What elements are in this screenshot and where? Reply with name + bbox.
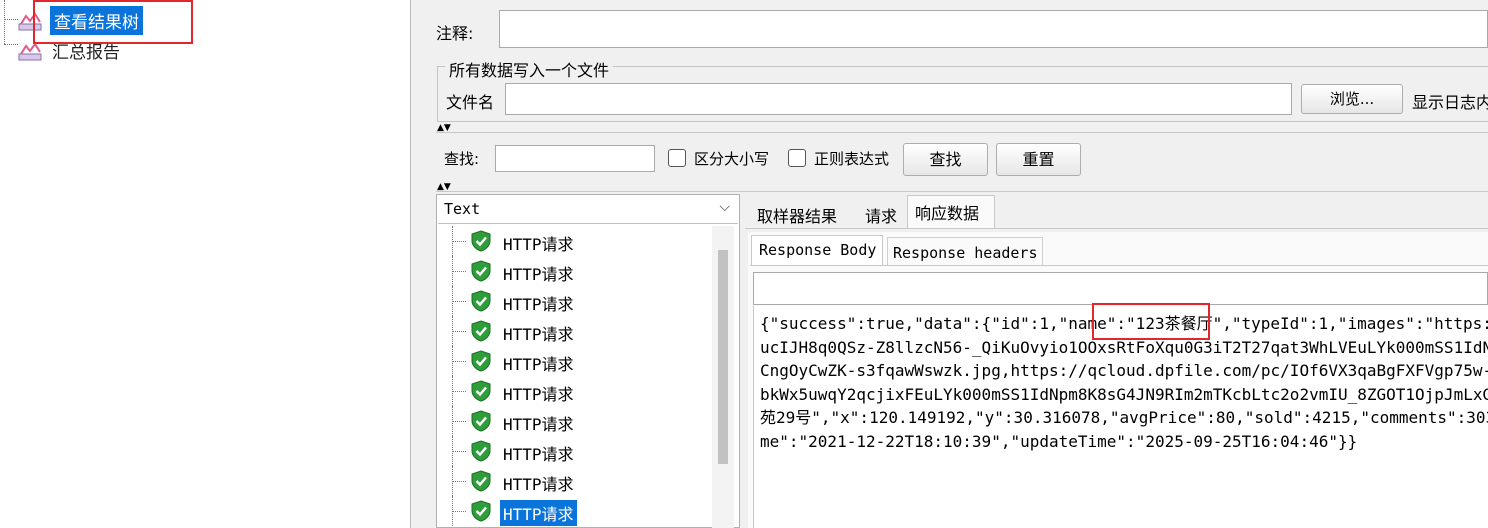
result-item[interactable]: HTTP请求 [446, 346, 718, 376]
tab-response-body[interactable]: Response Body [759, 241, 876, 259]
divider [750, 265, 1488, 266]
log-display-label: 显示日志内 [1412, 93, 1488, 112]
filename-label: 文件名 [446, 93, 495, 112]
chevron-down-icon: ⌵ [719, 199, 730, 215]
tree-connector [452, 481, 466, 482]
search-input[interactable] [495, 145, 655, 172]
result-item-label: HTTP请求 [500, 500, 577, 526]
success-shield-icon [471, 290, 491, 312]
divider [745, 228, 1488, 229]
result-item[interactable]: HTTP请求 [446, 406, 718, 436]
tree-connector [452, 271, 466, 272]
tree-connector [452, 391, 466, 392]
result-item[interactable]: HTTP请求 [446, 376, 718, 406]
tree-connector [452, 301, 466, 302]
tree-connector [452, 511, 466, 512]
response-search-field[interactable] [753, 272, 1488, 305]
success-shield-icon [471, 380, 491, 402]
tab-response-data[interactable]: 响应数据 [915, 200, 979, 224]
result-item[interactable]: HTTP请求 [446, 496, 718, 526]
renderer-select[interactable]: Text ⌵ [438, 196, 738, 224]
highlight-box [1092, 303, 1210, 340]
success-shield-icon [471, 230, 491, 252]
success-shield-icon [471, 470, 491, 492]
renderer-selected: Text [444, 200, 481, 218]
browse-button[interactable]: 浏览... [1301, 84, 1403, 114]
result-item-label: HTTP请求 [503, 235, 574, 254]
response-line: CngOyCwZK-s3fqawWswzk.jpg,https://qcloud… [760, 361, 1488, 380]
tree-connector [4, 19, 18, 20]
tab-headers-bg [887, 237, 1043, 265]
result-item[interactable]: HTTP请求 [446, 256, 718, 286]
success-shield-icon [471, 410, 491, 432]
result-item-label: HTTP请求 [503, 475, 574, 494]
case-sensitive-checkbox[interactable] [668, 149, 686, 167]
result-item[interactable]: HTTP请求 [446, 466, 718, 496]
highlight-box [33, 0, 193, 44]
result-item[interactable]: HTTP请求 [446, 316, 718, 346]
tree-connector [452, 331, 466, 332]
reset-button[interactable]: 重置 [996, 143, 1081, 176]
divider [436, 191, 1488, 192]
file-group-title: 所有数据写入一个文件 [445, 57, 614, 81]
tree-connector [452, 421, 466, 422]
result-item[interactable]: HTTP请求 [446, 226, 718, 256]
result-item-label: HTTP请求 [503, 325, 574, 344]
tab-request[interactable]: 请求 [865, 203, 897, 227]
result-item-label: HTTP请求 [503, 445, 574, 464]
scrollbar-thumb[interactable] [718, 250, 728, 464]
regex-checkbox[interactable] [788, 149, 806, 167]
result-item[interactable]: HTTP请求 [446, 286, 718, 316]
success-shield-icon [471, 350, 491, 372]
result-item-label: HTTP请求 [503, 415, 574, 434]
tree-connector [452, 451, 466, 452]
response-line: bkWx5uwqY2qcjixFEuLYk000mSS1IdNpm8K8sG4J… [760, 384, 1488, 404]
comment-label: 注释: [436, 24, 474, 43]
success-shield-icon [471, 500, 491, 522]
comment-input[interactable] [499, 10, 1488, 48]
result-item-label: HTTP请求 [503, 355, 574, 374]
result-item-label: HTTP请求 [503, 385, 574, 404]
tab-sampler-result[interactable]: 取样器结果 [757, 203, 837, 227]
success-shield-icon [471, 440, 491, 462]
tree-connector [4, 0, 5, 44]
find-button[interactable]: 查找 [903, 143, 988, 176]
tree-connector [4, 44, 18, 45]
filename-input[interactable] [505, 83, 1292, 115]
result-item-label: HTTP请求 [503, 295, 574, 314]
result-item[interactable]: HTTP请求 [446, 436, 718, 466]
response-line: me":"2021-12-22T18:10:39","updateTime":"… [760, 431, 1358, 451]
case-sensitive-label: 区分大小写 [694, 150, 770, 168]
response-line: 苑29号","x":120.149192,"y":30.316078,"avgP… [760, 408, 1488, 427]
tree-connector [452, 241, 466, 242]
regex-label: 正则表达式 [814, 150, 890, 168]
search-label: 查找: [444, 150, 480, 168]
tree-connector [452, 361, 466, 362]
divider [436, 132, 1488, 133]
success-shield-icon [471, 320, 491, 342]
results-scrollbar[interactable] [712, 226, 734, 528]
result-item-label: HTTP请求 [503, 265, 574, 284]
success-shield-icon [471, 260, 491, 282]
